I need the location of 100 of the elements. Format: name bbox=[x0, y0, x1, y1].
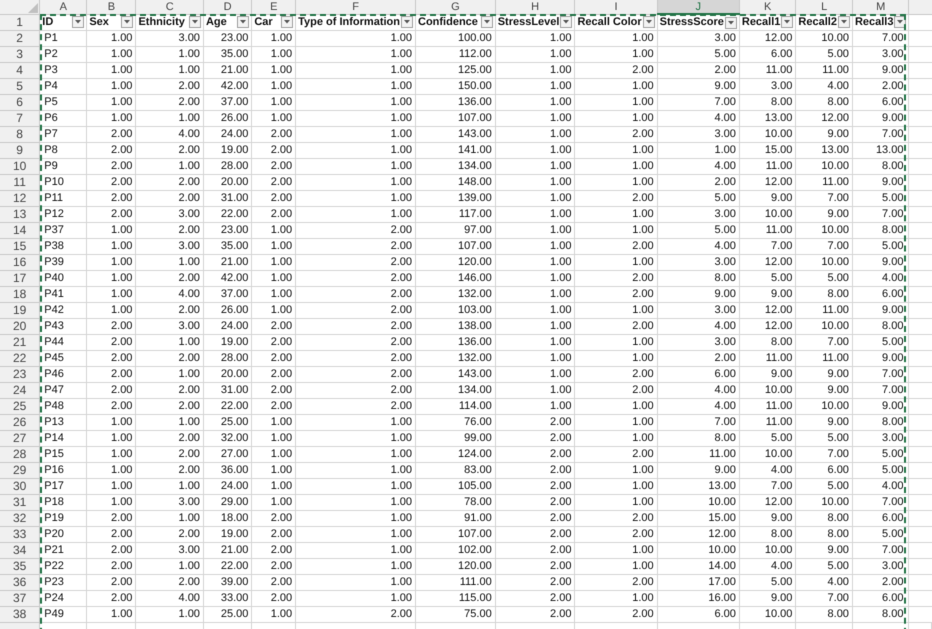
filter-button[interactable] bbox=[560, 16, 572, 28]
filter-button[interactable] bbox=[121, 16, 134, 28]
table-cell: 99.00 bbox=[416, 430, 496, 446]
table-cell: 1.00 bbox=[495, 110, 575, 126]
table-cell: 2.00 bbox=[86, 190, 136, 206]
filter-button[interactable] bbox=[781, 16, 794, 28]
row-number[interactable]: 26 bbox=[0, 414, 40, 430]
table-cell: 4.00 bbox=[136, 286, 204, 302]
row-number[interactable]: 14 bbox=[0, 222, 40, 238]
row-number[interactable]: 12 bbox=[0, 190, 40, 206]
filter-button[interactable] bbox=[838, 16, 850, 28]
table-cell: 7.00 bbox=[852, 382, 909, 398]
row-number[interactable]: 23 bbox=[0, 366, 40, 382]
filter-button[interactable] bbox=[894, 16, 906, 28]
row-number[interactable]: 22 bbox=[0, 350, 40, 366]
column-letter[interactable]: D bbox=[203, 0, 252, 14]
column-letter[interactable]: J bbox=[657, 0, 740, 14]
row-number[interactable]: 24 bbox=[0, 382, 40, 398]
row-number[interactable]: 35 bbox=[0, 558, 40, 574]
table-cell: 1.00 bbox=[252, 78, 296, 94]
row-number[interactable]: 20 bbox=[0, 318, 40, 334]
row-number[interactable]: 31 bbox=[0, 494, 40, 510]
table-cell: 1.00 bbox=[86, 430, 136, 446]
column-letter[interactable]: M bbox=[852, 0, 909, 14]
row-number[interactable]: 13 bbox=[0, 206, 40, 222]
filter-button[interactable] bbox=[642, 16, 655, 28]
row-number[interactable]: 32 bbox=[0, 510, 40, 526]
caret-icon bbox=[404, 20, 410, 24]
table-cell: 36.00 bbox=[203, 462, 252, 478]
row-number[interactable]: 9 bbox=[0, 142, 40, 158]
table-cell: 24.00 bbox=[203, 478, 252, 494]
filter-button[interactable] bbox=[480, 16, 493, 28]
row-number[interactable]: 25 bbox=[0, 398, 40, 414]
row-number[interactable]: 4 bbox=[0, 62, 40, 78]
row-number[interactable]: 7 bbox=[0, 110, 40, 126]
row-number[interactable]: 34 bbox=[0, 542, 40, 558]
filter-button[interactable] bbox=[724, 16, 737, 28]
table-cell: 1.00 bbox=[574, 542, 658, 558]
table-cell: 2.00 bbox=[252, 142, 296, 158]
column-letter[interactable]: H bbox=[495, 0, 575, 14]
table-cell: 7.00 bbox=[796, 190, 852, 206]
row-number[interactable]: 21 bbox=[0, 334, 40, 350]
table-cell: 2.00 bbox=[296, 350, 416, 366]
row-number[interactable]: 1 bbox=[0, 14, 40, 30]
table-cell: 1.00 bbox=[252, 238, 296, 254]
row-number[interactable]: 3 bbox=[0, 46, 40, 62]
table-cell: 1.00 bbox=[495, 350, 575, 366]
filter-button[interactable] bbox=[188, 16, 201, 28]
table-cell: 2.00 bbox=[86, 350, 136, 366]
row-number[interactable]: 17 bbox=[0, 270, 40, 286]
row-number[interactable]: 33 bbox=[0, 526, 40, 542]
row-number[interactable]: 6 bbox=[0, 94, 40, 110]
row-number[interactable]: 8 bbox=[0, 126, 40, 142]
table-cell: 1.00 bbox=[296, 526, 416, 542]
table-cell: 2.00 bbox=[495, 558, 575, 574]
table-cell: 10.00 bbox=[796, 158, 852, 174]
row-number[interactable]: 38 bbox=[0, 606, 40, 622]
column-letter[interactable]: B bbox=[86, 0, 136, 14]
column-letter[interactable]: C bbox=[136, 0, 204, 14]
column-letter[interactable]: E bbox=[252, 0, 296, 14]
column-letter[interactable]: I bbox=[574, 0, 658, 14]
table-cell: 10.00 bbox=[796, 494, 852, 510]
row-number[interactable]: 2 bbox=[0, 30, 40, 46]
table-cell: 2.00 bbox=[86, 318, 136, 334]
row-number[interactable]: 30 bbox=[0, 478, 40, 494]
row-number[interactable]: 28 bbox=[0, 446, 40, 462]
row-number[interactable]: 16 bbox=[0, 254, 40, 270]
row-number[interactable]: 18 bbox=[0, 286, 40, 302]
table-cell: 3.00 bbox=[852, 430, 909, 446]
column-letter[interactable]: G bbox=[416, 0, 496, 14]
row-number[interactable]: 15 bbox=[0, 238, 40, 254]
row-number[interactable]: 37 bbox=[0, 590, 40, 606]
row-number[interactable]: 29 bbox=[0, 462, 40, 478]
filter-button[interactable] bbox=[237, 16, 250, 28]
filter-button[interactable] bbox=[281, 16, 294, 28]
table-cell: 150.00 bbox=[416, 78, 496, 94]
row-number[interactable]: 36 bbox=[0, 574, 40, 590]
table-cell: 6.00 bbox=[852, 590, 909, 606]
filter-button[interactable] bbox=[72, 16, 84, 28]
table-cell: 1.00 bbox=[296, 30, 416, 46]
table-cell: 10.00 bbox=[739, 542, 796, 558]
column-letter[interactable]: F bbox=[296, 0, 416, 14]
table-cell: 2.00 bbox=[136, 398, 204, 414]
column-letter[interactable]: K bbox=[739, 0, 796, 14]
row-number[interactable]: 27 bbox=[0, 430, 40, 446]
table-cell: 1.00 bbox=[574, 590, 658, 606]
table-cell: 3.00 bbox=[657, 30, 740, 46]
table-cell: 120.00 bbox=[416, 558, 496, 574]
table-cell: 146.00 bbox=[416, 270, 496, 286]
row-number[interactable]: 11 bbox=[0, 174, 40, 190]
table-cell: 2.00 bbox=[574, 366, 658, 382]
column-letter[interactable]: L bbox=[796, 0, 852, 14]
row-number[interactable]: 10 bbox=[0, 158, 40, 174]
table-cell: 9.00 bbox=[852, 302, 909, 318]
table-cell: 4.00 bbox=[657, 382, 740, 398]
filter-button[interactable] bbox=[401, 16, 413, 28]
column-letter[interactable]: A bbox=[40, 0, 87, 14]
row-number[interactable]: 19 bbox=[0, 302, 40, 318]
table-cell: 5.00 bbox=[657, 190, 740, 206]
row-number[interactable]: 5 bbox=[0, 78, 40, 94]
